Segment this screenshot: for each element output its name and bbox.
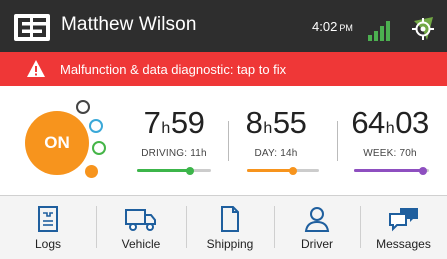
user-name[interactable]: Matthew Wilson xyxy=(61,14,197,36)
week-hours: 64 xyxy=(351,105,385,140)
week-progress-knob xyxy=(419,166,427,175)
duty-status-button[interactable]: ON xyxy=(25,111,89,175)
person-icon xyxy=(304,205,330,238)
nav-messages-label: Messages xyxy=(376,237,431,251)
document-icon xyxy=(219,205,241,238)
warning-icon xyxy=(26,59,46,78)
clock: 4:02 PM xyxy=(312,19,353,34)
nav-driver-label: Driver xyxy=(301,237,333,251)
logs-icon xyxy=(36,205,60,238)
nav-shipping-label: Shipping xyxy=(206,237,254,251)
alert-message: Malfunction & data diagnostic: tap to fi… xyxy=(60,62,287,77)
nav-logs-label: Logs xyxy=(34,237,62,251)
day-progress-knob xyxy=(289,166,298,175)
divider xyxy=(228,121,229,161)
driving-hours: 7 xyxy=(143,105,161,140)
driving-option[interactable] xyxy=(92,141,106,155)
driving-progress-fill xyxy=(137,169,191,172)
driving-progress-knob xyxy=(186,166,195,175)
hours-of-service-panel: ON 7h59 DRIVING: 11h 8h55 DAY: 14h 64h03… xyxy=(0,86,447,195)
week-minutes: 03 xyxy=(395,105,429,140)
logo-icon xyxy=(14,14,50,41)
truck-icon xyxy=(124,205,158,238)
clock-ampm: PM xyxy=(339,23,353,33)
week-limit-label: WEEK: 70h xyxy=(363,148,417,159)
day-progress-fill xyxy=(247,169,294,172)
malfunction-alert-bar[interactable]: Malfunction & data diagnostic: tap to fi… xyxy=(0,52,447,86)
day-hours-unit: h xyxy=(263,120,272,137)
app-header: Matthew Wilson 4:02 PM xyxy=(0,0,447,52)
week-progress-fill xyxy=(354,169,423,172)
gps-icon[interactable] xyxy=(408,14,438,44)
day-timer[interactable]: 8h55 DAY: 14h xyxy=(240,105,312,160)
driving-minutes: 59 xyxy=(170,105,205,140)
nav-driver[interactable]: Driver xyxy=(274,196,360,259)
duty-status-label: ON xyxy=(44,133,70,152)
nav-vehicle-label: Vehicle xyxy=(121,237,161,251)
driving-limit-label: DRIVING: 11h xyxy=(141,148,207,159)
day-hours: 8 xyxy=(245,105,263,140)
divider xyxy=(337,121,338,161)
signal-icon xyxy=(367,20,393,42)
driving-hours-unit: h xyxy=(161,120,170,137)
nav-vehicle[interactable]: Vehicle xyxy=(96,196,186,259)
on-duty-option[interactable] xyxy=(85,165,98,178)
bottom-nav: Logs Vehicle Shipping Driver Messages xyxy=(0,195,447,259)
off-duty-option[interactable] xyxy=(76,100,90,114)
clock-time: 4:02 xyxy=(312,19,338,34)
messages-icon xyxy=(388,205,420,238)
driving-progress-bar xyxy=(137,166,211,175)
week-hours-unit: h xyxy=(385,120,395,137)
week-timer[interactable]: 64h03 WEEK: 70h xyxy=(348,105,432,160)
sleeper-option[interactable] xyxy=(89,119,103,133)
nav-shipping[interactable]: Shipping xyxy=(186,196,274,259)
nav-logs[interactable]: Logs xyxy=(0,196,96,259)
driving-timer[interactable]: 7h59 DRIVING: 11h xyxy=(133,105,215,160)
day-progress-bar xyxy=(247,166,319,175)
nav-messages[interactable]: Messages xyxy=(360,196,447,259)
week-progress-bar xyxy=(354,166,429,175)
day-limit-label: DAY: 14h xyxy=(254,148,298,159)
day-minutes: 55 xyxy=(272,105,307,140)
